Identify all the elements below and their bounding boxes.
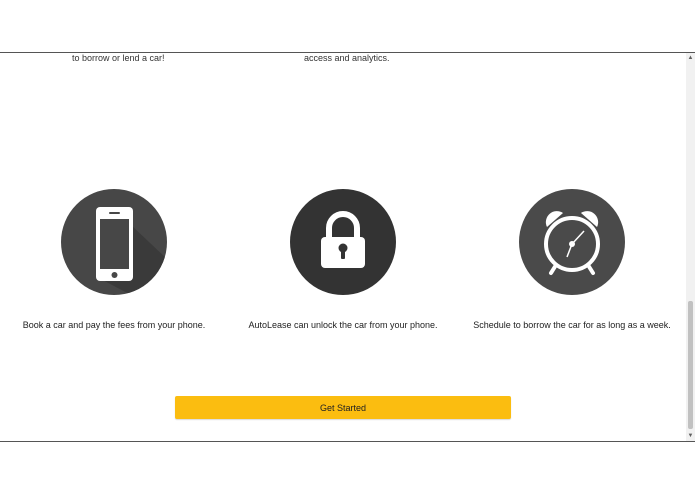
feature-phone: Book a car and pay the fees from your ph… [14,189,214,330]
feature-lock: AutoLease can unlock the car from your p… [243,189,443,330]
get-started-button[interactable]: Get Started [175,396,511,419]
page-viewport: to borrow or lend a car! access and anal… [0,52,695,442]
partial-text-middle: access and analytics. [304,53,390,63]
feature-clock-text: Schedule to borrow the car for as long a… [473,320,671,330]
padlock-icon [321,211,365,268]
smartphone-icon [96,207,167,295]
feature-lock-text: AutoLease can unlock the car from your p… [248,320,438,330]
vertical-scrollbar[interactable]: ▲ ▼ [686,53,695,441]
feature-phone-text: Book a car and pay the fees from your ph… [22,320,206,330]
scroll-up-arrow-icon[interactable]: ▲ [686,53,695,63]
alarm-clock-icon [544,211,600,275]
partial-text-left: to borrow or lend a car! [72,53,165,63]
lock-icon-circle [290,189,396,295]
phone-icon-circle [61,189,167,295]
scroll-down-arrow-icon[interactable]: ▼ [686,431,695,441]
clock-icon-circle [519,189,625,295]
scroll-thumb[interactable] [688,301,693,429]
feature-clock: Schedule to borrow the car for as long a… [472,189,672,330]
